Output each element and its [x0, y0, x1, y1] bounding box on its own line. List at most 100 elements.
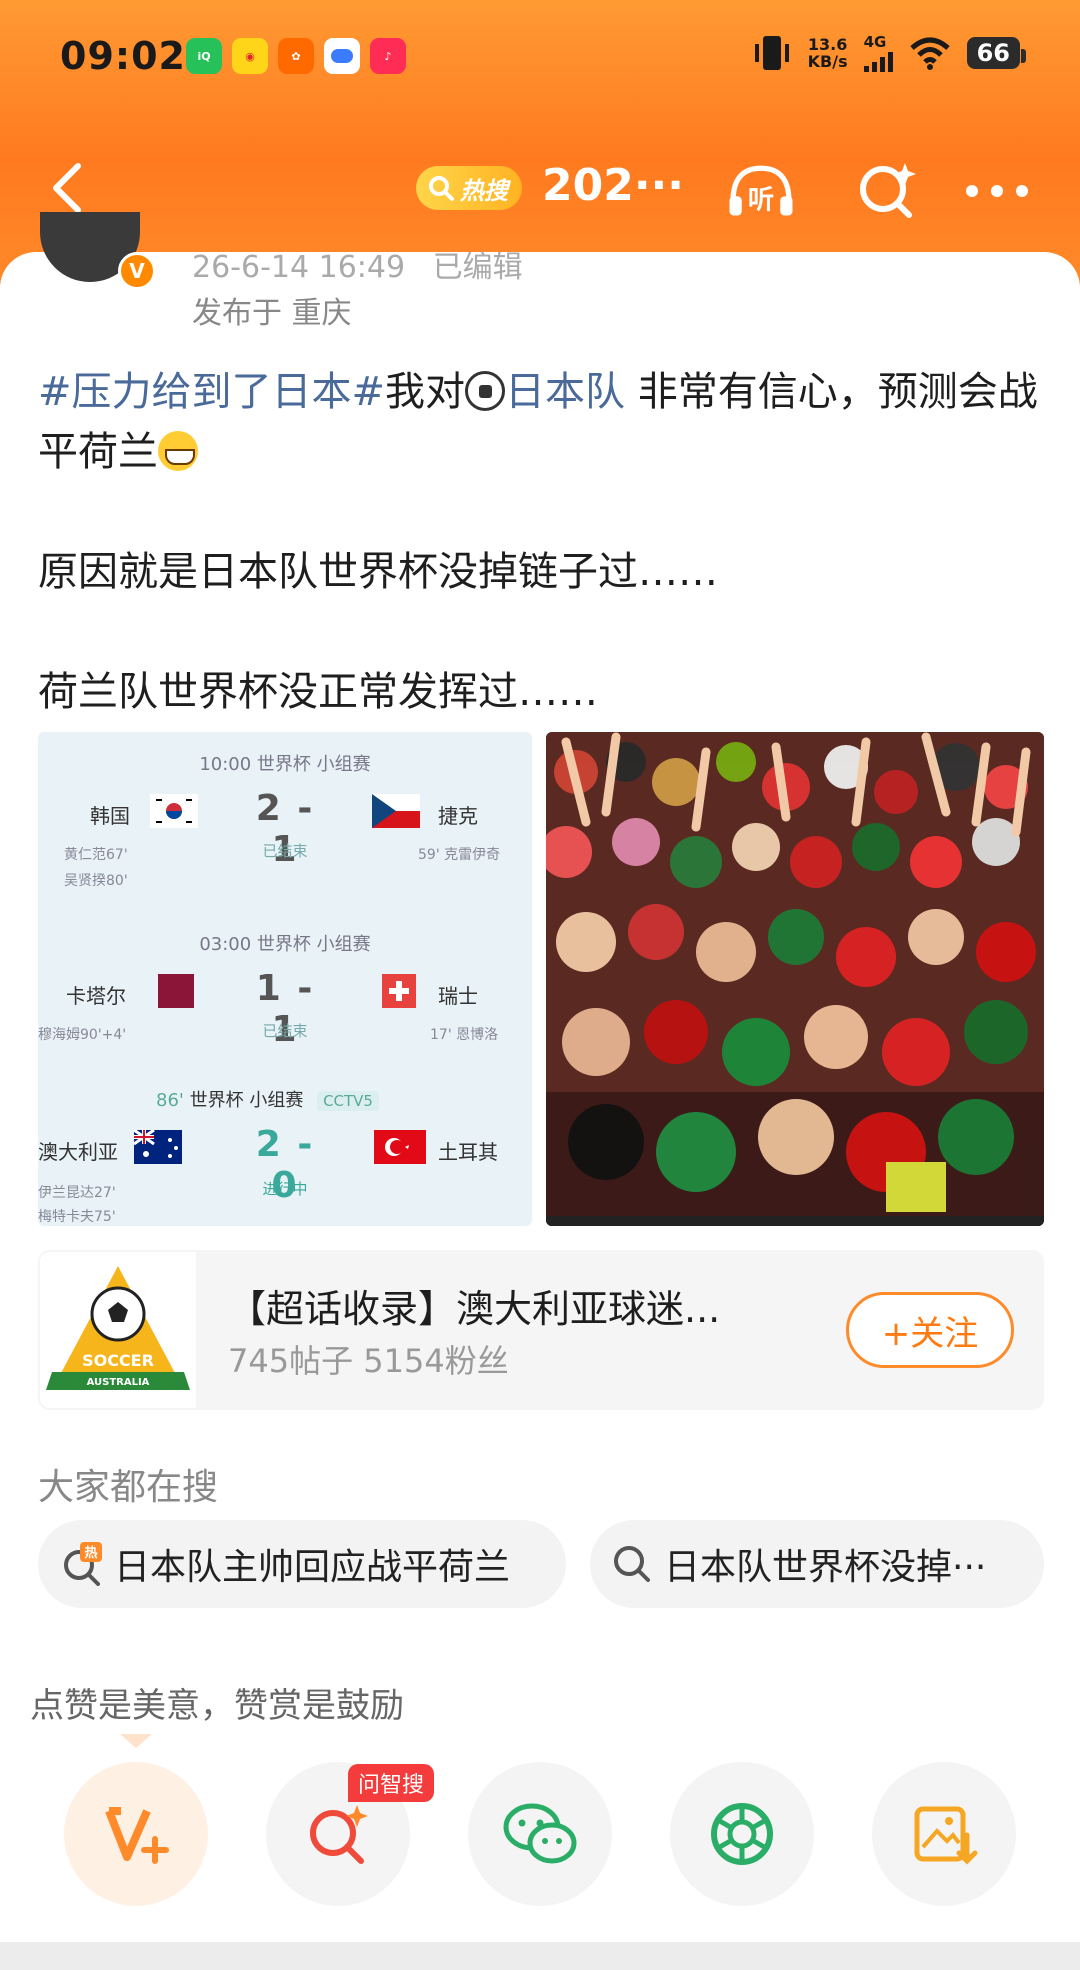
topic-link[interactable]: #压力给到了日本# — [38, 369, 385, 415]
soccer-australia-logo: SOCCER AUSTRALIA — [40, 1252, 196, 1408]
reward-hint: 点赞是美意，赞赏是鼓励 — [30, 1686, 404, 1726]
post-line-3: 荷兰队世界杯没正常发挥过…… — [38, 669, 598, 715]
hot-search-icon: 热 — [64, 1542, 102, 1586]
post-timestamp: 26-6-14 16:49 已编辑 — [192, 242, 523, 286]
match-3-channel: CCTV5 — [317, 1091, 379, 1111]
battery-indicator: 66 — [966, 37, 1027, 69]
back-button[interactable] — [40, 158, 100, 218]
speed-unit: KB/s — [807, 52, 848, 71]
notification-icons: iQ ◉ ✿ ♪ — [186, 38, 406, 74]
search-icon — [429, 176, 454, 201]
match-1-status: 已结束 — [262, 842, 308, 860]
match-3-header: 86' 世界杯 小组赛 CCTV5 — [156, 1086, 379, 1112]
trending-title: 大家都在搜 — [38, 1467, 219, 1508]
match-3-stage: 世界杯 小组赛 — [189, 1090, 304, 1111]
turkey-flag-icon — [374, 1130, 426, 1164]
hot-search-badge[interactable]: 热搜 — [416, 166, 522, 210]
edited-label: 已编辑 — [432, 250, 523, 285]
headphones-icon: 听 — [729, 165, 793, 216]
bottom-sheet-edge — [0, 1942, 1080, 1970]
match-3-away: 土耳其 — [438, 1140, 498, 1164]
super-topic-card[interactable]: SOCCER AUSTRALIA 【超话收录】澳大利亚球迷... 745帖子 5… — [38, 1250, 1044, 1410]
super-topic-title: 【超话收录】澳大利亚球迷... — [228, 1287, 721, 1331]
page-title[interactable]: 202··· — [542, 160, 684, 211]
korea-flag-icon — [150, 794, 198, 828]
more-button[interactable] — [962, 156, 1032, 226]
logo-text-bottom: AUSTRALIA — [87, 1377, 150, 1388]
crowd-photo[interactable] — [546, 732, 1044, 1226]
nav-bar: 热搜 202··· 听 — [0, 150, 1080, 230]
listen-button[interactable]: 听 — [726, 156, 796, 226]
match-3-home-scorer: 伊兰昆达27' — [38, 1185, 116, 1201]
post-location: 发布于 重庆 — [192, 296, 352, 331]
reward-v-icon — [105, 1807, 169, 1864]
match-1-home-scorer: 吴贤揆80' — [64, 873, 128, 889]
hot-search-label: 热搜 — [460, 176, 508, 205]
svg-text:热: 热 — [84, 1545, 97, 1561]
ai-search-tag: 问智搜 — [348, 1764, 435, 1802]
qatar-flag-icon — [158, 974, 194, 1008]
back-arrow-icon — [53, 163, 81, 213]
match-2-home-scorer: 穆海姆90'+4' — [38, 1027, 127, 1043]
wechat-share-button[interactable] — [468, 1762, 612, 1906]
post-body: #压力给到了日本#我对 日本队 非常有信心，预测会战平荷兰 原因就是日本队世界杯没… — [38, 362, 1048, 722]
music-icon: ♪ — [370, 38, 406, 74]
meeting-icon — [324, 38, 360, 74]
listen-label: 听 — [748, 186, 774, 216]
match-2-home: 卡塔尔 — [66, 984, 126, 1008]
trending-chip[interactable]: 日本队世界杯没掉··· — [590, 1520, 1044, 1608]
save-image-button[interactable] — [872, 1762, 1016, 1906]
wechat-icon — [503, 1803, 577, 1864]
czech-flag-icon — [372, 794, 420, 828]
trending-chip[interactable]: 热 日本队主帅回应战平荷兰 — [38, 1520, 566, 1608]
network-type: 4G — [863, 32, 887, 51]
save-image-icon — [914, 1806, 978, 1865]
more-icon — [966, 185, 1028, 197]
logo-text-top: SOCCER — [82, 1351, 154, 1370]
tv-frame — [546, 1216, 1044, 1226]
swiss-flag-icon — [382, 974, 416, 1008]
verified-badge-icon: V — [118, 252, 156, 290]
match-2-away-scorer: 17' 恩博洛 — [430, 1027, 499, 1043]
match-1-header: 10:00 世界杯 小组赛 — [199, 754, 371, 775]
timestamp-text: 26-6-14 16:49 — [192, 250, 406, 285]
australia-flag-icon — [134, 1130, 182, 1164]
system-icons: 13.6 KB/s 4G 66 — [752, 32, 1027, 72]
speed-value: 13.6 — [807, 35, 848, 54]
match-3-status: 进行中 — [262, 1180, 308, 1198]
team-link[interactable]: 日本队 — [505, 369, 625, 415]
soccer-australia-logo-icon: SOCCER AUSTRALIA — [40, 1252, 196, 1408]
match-3-home: 澳大利亚 — [38, 1140, 118, 1164]
match-3-minute: 86' — [156, 1090, 184, 1111]
trending-label: 日本队世界杯没掉··· — [664, 1547, 987, 1588]
stadium-crowd-image — [546, 732, 1044, 1226]
weibo-icon: ◉ — [232, 38, 268, 74]
post-text-a: 我对 — [385, 369, 466, 415]
post-card: V 26-6-14 16:49 已编辑 发布于 重庆 #压力给到了日本#我对 日本… — [0, 212, 1080, 1942]
trending-label: 日本队主帅回应战平荷兰 — [114, 1547, 511, 1588]
wifi-icon — [909, 37, 950, 70]
scoreboard-image[interactable]: 10:00 世界杯 小组赛 韩国 2 - 1 捷克 已结束 黄仁范67' 吴贤揆… — [38, 732, 532, 1226]
match-1-home-scorer: 黄仁范67' — [64, 847, 128, 863]
ai-search-icon — [310, 1805, 368, 1864]
status-time: 09:02 — [60, 34, 186, 78]
match-1-away-scorer: 59' 克雷伊奇 — [418, 847, 501, 863]
network-speed: 13.6 KB/s — [808, 36, 848, 70]
match-2-header: 03:00 世界杯 小组赛 — [199, 934, 371, 955]
grin-emoji-icon — [158, 431, 198, 471]
follow-button[interactable]: +关注 — [846, 1292, 1014, 1368]
signal-bars-icon — [863, 50, 893, 72]
super-topic-stats: 745帖子 5154粉丝 — [228, 1342, 509, 1380]
search-icon — [614, 1546, 650, 1582]
ai-search-button[interactable] — [852, 156, 922, 226]
moments-share-button[interactable] — [670, 1762, 814, 1906]
match-1-away: 捷克 — [438, 804, 478, 828]
reward-button[interactable] — [64, 1762, 208, 1906]
reward-pointer — [120, 1734, 152, 1748]
moments-icon — [711, 1803, 773, 1865]
match-2-status: 已结束 — [262, 1022, 308, 1040]
cellular-signal: 4G — [863, 32, 893, 72]
match-3-home-scorer: 梅特卡夫75' — [38, 1209, 116, 1225]
iqiyi-icon: iQ — [186, 38, 222, 74]
status-bar: 09:02 iQ ◉ ✿ ♪ 13.6 KB/s 4G 66 — [0, 28, 1080, 92]
